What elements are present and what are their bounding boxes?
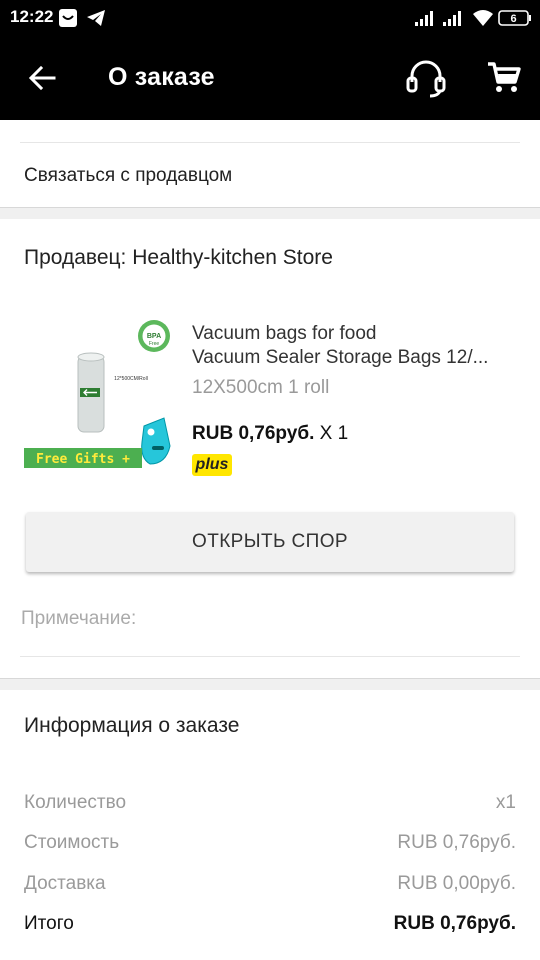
order-quantity-row: Количество x1 [24, 792, 516, 818]
shopping-cart-icon[interactable] [486, 60, 522, 96]
scrolled-text-remnant [24, 120, 29, 130]
status-time: 12:22 [10, 7, 54, 26]
smiley-notification-icon [58, 8, 78, 28]
product-title-line2[interactable]: Vacuum Sealer Storage Bags 12/... [192, 346, 522, 370]
seller-name[interactable]: Продавец: Healthy-kitchen Store [24, 246, 333, 270]
contact-seller-row[interactable]: Связаться с продавцом [0, 143, 540, 207]
signal-icon [442, 10, 462, 26]
battery-icon: 6 [498, 10, 532, 26]
order-quantity-label: Количество [24, 792, 127, 813]
product-quantity: X 1 [319, 423, 349, 444]
battery-level: 6 [510, 13, 516, 25]
plus-badge: plus [192, 454, 232, 476]
order-shipping-row: Доставка RUB 0,00руб. [24, 873, 516, 899]
order-info-title: Информация о заказе [24, 714, 240, 737]
open-dispute-button[interactable]: ОТКРЫТЬ СПОР [26, 512, 514, 572]
order-total-value: RUB 0,76руб. [393, 913, 516, 934]
price-row: RUB 0,76руб. X 1 [192, 423, 348, 445]
wifi-icon [472, 9, 494, 27]
scrolled-row-remnant [0, 120, 540, 142]
headset-icon[interactable] [404, 58, 448, 98]
product-price: RUB 0,76руб. [192, 423, 315, 444]
app-toolbar: О заказе [0, 36, 540, 120]
arrow-left-icon[interactable] [26, 62, 58, 94]
order-shipping-label: Доставка [24, 873, 106, 894]
product-image[interactable]: BPA Free 12*500CM/Roll Free Gifts + [24, 318, 174, 468]
roll-size-label: 12*500CM/Roll [114, 376, 148, 382]
section-gap [0, 207, 540, 219]
bpa-badge-subtext: Free [149, 341, 160, 347]
product-title-line1[interactable]: Vacuum bags for food [192, 322, 522, 346]
note-label: Примечание: [21, 608, 137, 629]
telegram-icon [86, 8, 106, 28]
free-gifts-banner: Free Gifts + [36, 452, 130, 467]
order-shipping-value: RUB 0,00руб. [397, 873, 516, 894]
product-variant: 12X500cm 1 roll [192, 377, 330, 398]
order-quantity-value: x1 [495, 792, 516, 813]
bpa-badge-text: BPA [147, 333, 161, 340]
order-cost-row: Стоимость RUB 0,76руб. [24, 832, 516, 858]
order-cost-value: RUB 0,76руб. [397, 832, 516, 853]
order-total-row: Итого RUB 0,76руб. [24, 913, 516, 939]
status-bar: 12:22 6 [0, 0, 540, 36]
signal-icon [414, 10, 434, 26]
contact-seller-label: Связаться с продавцом [24, 165, 233, 186]
section-gap [0, 678, 540, 690]
page-title: О заказе [108, 63, 215, 91]
divider [20, 656, 520, 657]
order-total-label: Итого [24, 913, 74, 934]
order-cost-label: Стоимость [24, 832, 120, 853]
